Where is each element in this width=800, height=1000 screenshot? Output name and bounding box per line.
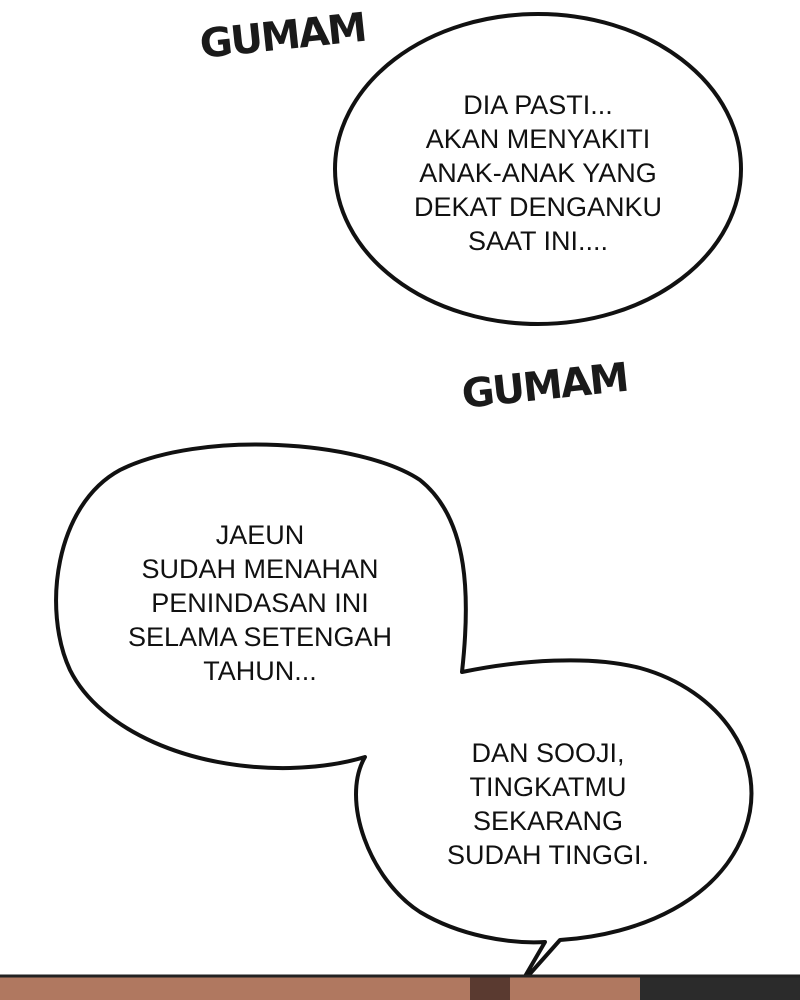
bubble-text-left: JAEUN SUDAH MENAHAN PENINDASAN INI SELAM… xyxy=(127,520,393,686)
next-panel-dark-streak xyxy=(470,975,510,1000)
next-panel-shadow xyxy=(640,975,800,1000)
bubble-text-bottom-right: DAN SOOJI, TINGKATMU SEKARANG SUDAH TING… xyxy=(446,738,650,870)
bubble-text-top-right: DIA PASTI... AKAN MENYAKITI ANAK-ANAK YA… xyxy=(413,90,663,256)
